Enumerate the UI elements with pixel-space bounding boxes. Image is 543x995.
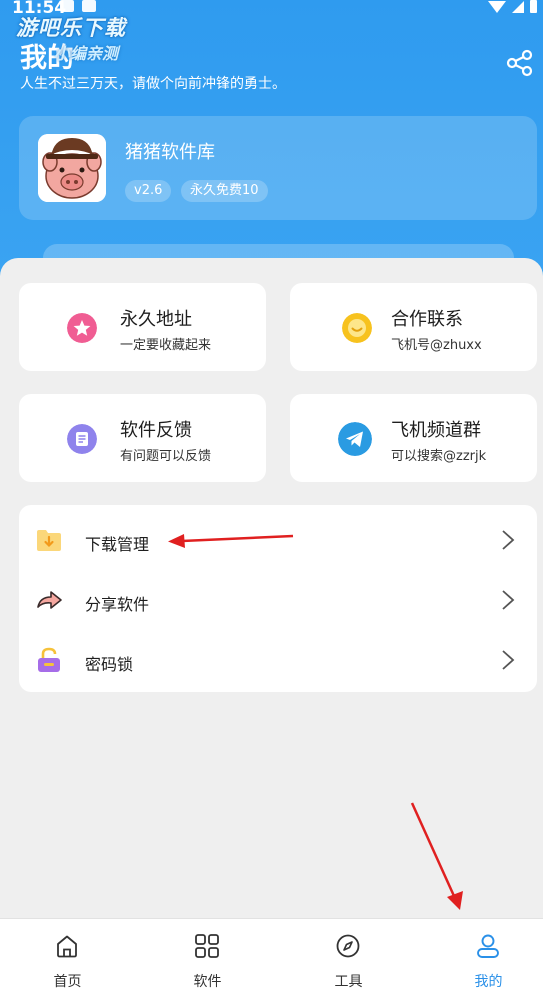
tile-permanent-address[interactable]: 永久地址 一定要收藏起来 <box>19 283 266 371</box>
tile-title: 永久地址 <box>120 309 192 330</box>
app-name: 猪猪软件库 <box>125 142 215 163</box>
notification-a-icon <box>82 0 96 12</box>
menu-item-password-lock[interactable]: 密码锁 <box>19 629 537 689</box>
status-system-icons <box>488 0 537 13</box>
menu-label: 密码锁 <box>85 655 134 674</box>
tile-subtitle: 可以搜索@zzrjk <box>391 449 487 464</box>
settings-menu: 下载管理 分享软件 密码锁 <box>19 505 537 692</box>
tile-cooperation-contact[interactable]: 合作联系 飞机号@zhuxx <box>290 283 537 371</box>
grid-icon <box>195 934 219 958</box>
header-motto: 人生不过三万天，请做个向前冲锋的勇士。 <box>20 76 286 92</box>
tile-title: 飞机频道群 <box>391 420 481 441</box>
nav-label: 首页 <box>53 974 82 990</box>
watermark-subtext: 小编亲测 <box>54 44 119 63</box>
android-icon <box>60 0 74 12</box>
status-notification-icons <box>60 0 96 12</box>
menu-item-download-manager[interactable]: 下载管理 <box>19 509 537 569</box>
tile-software-feedback[interactable]: 软件反馈 有问题可以反馈 <box>19 394 266 482</box>
tile-telegram-group[interactable]: 飞机频道群 可以搜索@zzrjk <box>290 394 537 482</box>
nav-label: 工具 <box>334 974 363 990</box>
pig-logo-icon <box>38 134 106 202</box>
share-arrow-icon <box>37 591 62 609</box>
menu-item-share-software[interactable]: 分享软件 <box>19 569 537 629</box>
version-badge: v2.6 <box>125 180 172 202</box>
smile-icon <box>342 313 372 343</box>
feedback-icon <box>67 424 97 454</box>
app-logo <box>38 134 106 202</box>
lock-icon <box>38 647 60 672</box>
home-icon <box>57 935 77 958</box>
chevron-right-icon <box>502 650 515 670</box>
nav-tools[interactable]: 工具 <box>281 919 416 995</box>
nav-mine[interactable]: 我的 <box>421 919 543 995</box>
tile-title: 软件反馈 <box>120 420 192 441</box>
nav-label: 软件 <box>193 974 222 990</box>
tile-subtitle: 一定要收藏起来 <box>120 338 212 353</box>
tile-subtitle: 飞机号@zhuxx <box>391 338 482 353</box>
nav-home[interactable]: 首页 <box>0 919 135 995</box>
app-info-card[interactable]: 猪猪软件库 v2.6 永久免费10 <box>19 116 537 220</box>
star-icon <box>67 313 97 343</box>
menu-label: 分享软件 <box>85 595 150 614</box>
chevron-right-icon <box>502 530 515 550</box>
tile-title: 合作联系 <box>391 309 463 330</box>
free-badge: 永久免费10 <box>181 180 268 202</box>
nav-software[interactable]: 软件 <box>140 919 275 995</box>
bottom-navigation: 首页 软件 工具 我的 <box>0 918 543 995</box>
chevron-right-icon <box>502 590 515 610</box>
telegram-icon <box>338 422 372 456</box>
wifi-icon <box>488 0 506 13</box>
nav-label: 我的 <box>474 974 503 990</box>
folder-download-icon <box>37 530 61 551</box>
share-icon <box>506 49 533 77</box>
battery-icon <box>530 0 537 13</box>
watermark-text: 游吧乐下载 <box>16 16 126 40</box>
menu-label: 下载管理 <box>85 535 150 554</box>
user-icon <box>477 934 499 958</box>
signal-icon <box>512 0 524 13</box>
tile-subtitle: 有问题可以反馈 <box>120 449 212 464</box>
share-button[interactable] <box>505 48 535 78</box>
compass-icon <box>336 934 360 958</box>
